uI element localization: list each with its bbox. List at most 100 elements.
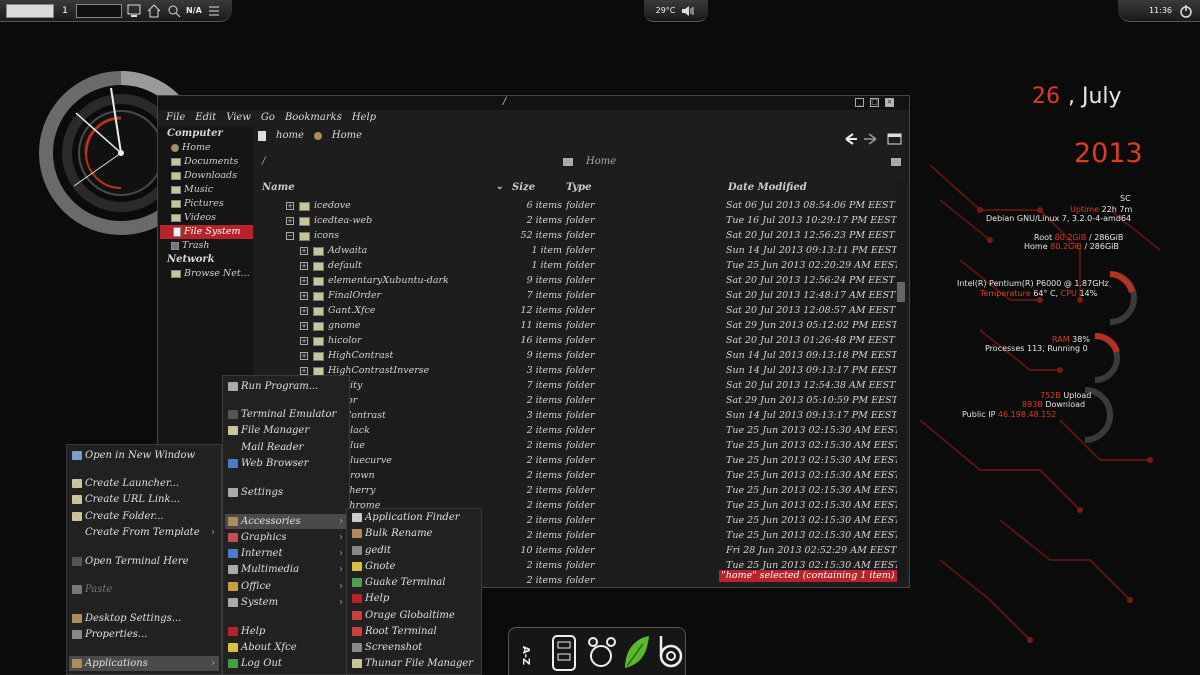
menu-item-mail-reader[interactable]: Mail Reader [225,440,347,455]
menu-item-help[interactable]: Help [225,624,347,639]
table-row[interactable]: Contrast 3 items folder Sun 14 Jul 2013 09:… [258,409,898,424]
home-icon[interactable] [146,3,162,19]
menu-go[interactable]: Go [261,112,275,123]
menu-item-internet[interactable]: Internet › [225,546,347,561]
sidebar-item-home[interactable]: Home [158,141,253,155]
table-row[interactable]: lor 2 items folder Sat 29 Jun 2013 05:10:59… [258,394,898,409]
workspace-switcher[interactable] [6,3,54,18]
volume-icon[interactable] [680,3,696,19]
menu-item-about-xfce[interactable]: About Xfce [225,640,347,655]
weather-temperature[interactable]: 29°C [656,6,676,15]
menu-item-file-manager[interactable]: File Manager [225,423,347,438]
table-row[interactable]: + elementaryXubuntu-dark 9 items folder Sat … [258,274,898,289]
window-titlebar[interactable]: / _ □ × [158,96,909,110]
table-row[interactable]: + Gant.Xfce 12 items folder Sat 20 Jul 2013 … [258,304,898,319]
expander-icon[interactable]: + [286,217,294,225]
menu-item-applications[interactable]: Applications › [69,656,219,671]
menu-item-orage-globaltime[interactable]: Orage Globaltime [349,608,479,623]
menu-item-office[interactable]: Office › [225,579,347,594]
menu-item-open-terminal-here[interactable]: Open Terminal Here [69,554,219,569]
table-row[interactable]: bluecurve 2 items folder Tue 25 Jun 2013 02… [258,454,898,469]
column-name[interactable]: Name [262,182,295,193]
menu-item-web-browser[interactable]: Web Browser [225,456,347,471]
maximize-button[interactable]: □ [870,98,879,107]
menu-item-root-terminal[interactable]: Root Terminal [349,624,479,639]
column-type[interactable]: Type [566,182,592,193]
expander-icon[interactable]: + [286,202,294,210]
path-button-home-display[interactable]: Home [332,130,362,141]
minimize-button[interactable]: _ [855,98,864,107]
table-row[interactable]: brown 2 items folder Tue 25 Jun 2013 02:15:… [258,469,898,484]
table-row[interactable]: cherry 2 items folder Tue 25 Jun 2013 02:15… [258,484,898,499]
scrollbar-thumb[interactable] [897,282,905,302]
expander-icon[interactable]: − [286,232,294,240]
table-row[interactable]: blue 2 items folder Tue 25 Jun 2013 02:15:3… [258,439,898,454]
menu-item-system[interactable]: System › [225,595,347,610]
menu-item-bulk-rename[interactable]: Bulk Rename [349,526,479,541]
menu-item-help[interactable]: Help [349,591,479,606]
search-icon[interactable] [166,3,182,19]
menu-item-accessories[interactable]: Accessories › [225,514,347,529]
sidebar-item-browse-network[interactable]: Browse Net... [158,267,253,281]
expander-icon[interactable]: + [300,292,308,300]
menu-item-gnote[interactable]: Gnote [349,559,479,574]
menu-item-create-from-template[interactable]: Create From Template › [69,525,219,540]
menu-item-terminal-emulator[interactable]: Terminal Emulator [225,407,347,422]
menu-item-screenshot[interactable]: Screenshot [349,640,479,655]
menu-view[interactable]: View [226,112,251,123]
sidebar-item-file-system[interactable]: File System [160,225,253,239]
scrollbar[interactable] [897,182,905,582]
column-date-modified[interactable]: Date Modified [728,182,807,193]
menu-item-create-launcher[interactable]: Create Launcher... [69,476,219,491]
panel-clock[interactable]: 11:36 [1149,6,1172,15]
menu-item-graphics[interactable]: Graphics › [225,530,347,545]
sidebar-item-trash[interactable]: Trash [158,239,253,253]
menu-item-application-finder[interactable]: Application Finder [349,510,479,525]
expander-icon[interactable]: + [300,367,308,375]
menu-help[interactable]: Help [352,112,376,123]
sidebar-item-downloads[interactable]: Downloads [158,169,253,183]
table-row[interactable]: + FinalOrder 7 items folder Sat 20 Jul 2013 … [258,289,898,304]
menu-item-guake-terminal[interactable]: Guake Terminal [349,575,479,590]
menu-item-log-out[interactable]: Log Out [225,656,347,671]
sidebar-item-pictures[interactable]: Pictures [158,197,253,211]
table-row[interactable]: + hicolor 16 items folder Sat 20 Jul 2013 01… [258,334,898,349]
menu-item-multimedia[interactable]: Multimedia › [225,562,347,577]
close-button[interactable]: × [885,98,894,107]
computer-icon[interactable] [126,3,142,19]
menu-item-thunar-file-manager[interactable]: Thunar File Manager [349,656,479,671]
menu-item-create-folder[interactable]: Create Folder... [69,509,219,524]
workspace-2[interactable] [76,3,122,18]
table-row[interactable]: nity 7 items folder Sat 20 Jul 2013 12:54:3… [258,379,898,394]
menu-bookmarks[interactable]: Bookmarks [285,112,342,123]
menu-item-create-url-link[interactable]: Create URL Link... [69,492,219,507]
menu-item-settings[interactable]: Settings [225,485,347,500]
location-bar[interactable]: / Home [258,154,902,170]
table-row[interactable]: + default 1 item folder Tue 25 Jun 2013 02:2… [258,259,898,274]
list-icon[interactable] [206,3,222,19]
menu-item-open-in-new-window[interactable]: Open in New Window [69,448,219,463]
expander-icon[interactable]: + [300,247,308,255]
network-status[interactable]: N/A [186,6,202,15]
table-row[interactable]: − icons 52 items folder Sat 20 Jul 2013 12:5… [258,229,898,244]
menu-item-desktop-settings[interactable]: Desktop Settings... [69,611,219,626]
expander-icon[interactable]: + [300,307,308,315]
expander-icon[interactable]: + [300,322,308,330]
column-size[interactable]: Size [512,182,535,193]
table-row[interactable]: black 2 items folder Tue 25 Jun 2013 02:15:… [258,424,898,439]
menu-item-paste[interactable]: Paste [69,582,219,597]
expander-icon[interactable]: + [300,337,308,345]
sort-chevron-icon[interactable]: ⌄ [496,182,504,192]
table-row[interactable]: + icedtea-web 2 items folder Tue 16 Jul 2013… [258,214,898,229]
location-edit-icon[interactable] [891,158,901,166]
menu-item-properties[interactable]: Properties... [69,627,219,642]
table-row[interactable]: + gnome 11 items folder Sat 29 Jun 2013 05:1… [258,319,898,334]
expander-icon[interactable]: + [300,277,308,285]
table-row[interactable]: + Adwaita 1 item folder Sun 14 Jul 2013 09:1… [258,244,898,259]
path-button-home[interactable]: home [276,130,304,141]
power-icon[interactable] [1178,3,1194,19]
menu-item-gedit[interactable]: gedit [349,543,479,558]
sidebar-item-videos[interactable]: Videos [158,211,253,225]
table-row[interactable]: + HighContrastInverse 3 items folder Sun 14 … [258,364,898,379]
expander-icon[interactable]: + [300,262,308,270]
